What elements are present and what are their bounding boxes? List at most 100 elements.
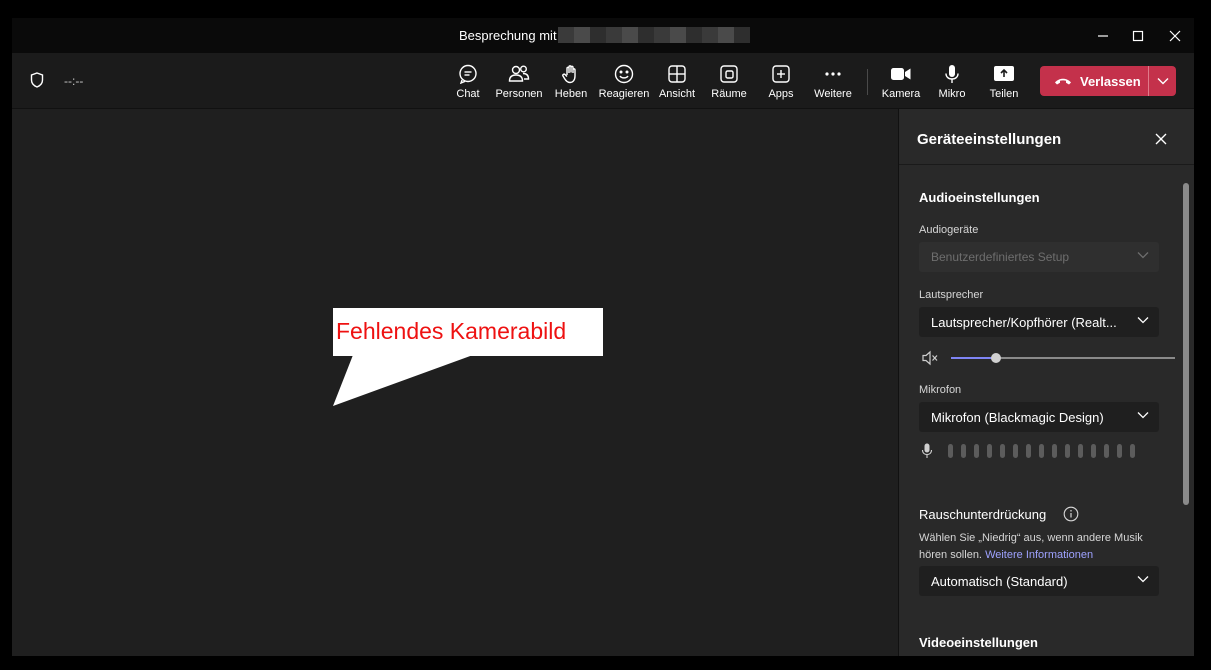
hang-up-icon — [1055, 78, 1071, 85]
people-label: Personen — [495, 88, 543, 100]
mic-level-bar — [1091, 444, 1096, 458]
microphone-icon — [921, 443, 933, 458]
mic-label: Mikrofon — [919, 384, 962, 396]
mic-level-bar — [1039, 444, 1044, 458]
mic-level-bar — [987, 444, 992, 458]
redacted-meeting-name — [558, 27, 750, 43]
raise-hand-button[interactable]: Heben — [554, 63, 588, 103]
microphone-button[interactable]: Mikro — [937, 63, 967, 103]
speaker-label: Lautsprecher — [919, 289, 984, 301]
title-bar: Besprechung mit — [12, 18, 1194, 53]
mic-level-bar — [1117, 444, 1122, 458]
mic-level-bar — [1026, 444, 1031, 458]
close-icon — [1169, 30, 1181, 41]
react-button[interactable]: Reagieren — [598, 63, 650, 103]
view-label: Ansicht — [658, 88, 696, 100]
more-label: Weitere — [814, 88, 852, 100]
chevron-down-icon — [1137, 576, 1149, 583]
microphone-label: Mikro — [938, 88, 966, 100]
chevron-down-icon — [1157, 78, 1168, 85]
apps-label: Apps — [768, 88, 794, 100]
mic-level-bar — [948, 444, 953, 458]
share-label: Teilen — [989, 88, 1019, 100]
annotation-callout: Fehlendes Kamerabild — [333, 308, 603, 356]
mic-level-bar — [974, 444, 979, 458]
leave-button[interactable]: Verlassen — [1040, 66, 1148, 96]
speaker-volume-slider[interactable] — [921, 349, 1177, 369]
chevron-down-icon — [1137, 252, 1149, 259]
react-label: Reagieren — [598, 88, 650, 100]
meeting-toolbar: --:-- Chat Personen Heben Reagieren Ansi… — [12, 53, 1194, 109]
learn-more-link[interactable]: Weitere Informationen — [985, 549, 1093, 561]
mic-level-bar — [1052, 444, 1057, 458]
share-icon — [993, 63, 1015, 85]
rooms-label: Räume — [711, 88, 747, 100]
camera-icon — [890, 63, 912, 85]
chevron-down-icon — [1137, 317, 1149, 324]
microphone-icon — [941, 63, 963, 85]
speaker-value: Lautsprecher/Kopfhörer (Realt... — [931, 314, 1117, 330]
panel-title: Geräteeinstellungen — [917, 131, 1062, 148]
share-button[interactable]: Teilen — [990, 63, 1018, 103]
audio-devices-dropdown: Benutzerdefiniertes Setup — [919, 242, 1159, 272]
info-icon[interactable] — [1063, 506, 1079, 522]
mic-value: Mikrofon (Blackmagic Design) — [931, 409, 1104, 425]
camera-label: Kamera — [881, 88, 921, 100]
mic-level-bar — [1078, 444, 1083, 458]
chat-label: Chat — [456, 88, 480, 100]
speaker-dropdown[interactable]: Lautsprecher/Kopfhörer (Realt... — [919, 307, 1159, 337]
maximize-button[interactable] — [1119, 18, 1157, 53]
camera-button[interactable]: Kamera — [881, 63, 921, 103]
minimize-icon — [1098, 34, 1108, 37]
audio-section-title: Audioeinstellungen — [919, 190, 1040, 205]
shield-icon[interactable] — [30, 72, 44, 93]
mic-level-meter — [921, 442, 1161, 460]
smiley-icon — [613, 63, 635, 85]
mic-level-bar — [1065, 444, 1070, 458]
panel-scrollbar[interactable] — [1183, 183, 1189, 505]
maximize-icon — [1132, 30, 1144, 41]
minimize-button[interactable] — [1084, 18, 1122, 53]
chat-icon — [457, 63, 479, 85]
rooms-icon — [718, 63, 740, 85]
video-section-title: Videoeinstellungen — [919, 635, 1038, 650]
chevron-down-icon — [1137, 412, 1149, 419]
window-title: Besprechung mit — [459, 28, 557, 43]
teams-meeting-window: Besprechung mit --:-- Chat Personen Hebe… — [12, 18, 1194, 656]
mic-level-bar — [1013, 444, 1018, 458]
view-button[interactable]: Ansicht — [658, 63, 696, 103]
more-button[interactable]: Weitere — [813, 63, 853, 103]
noise-suppression-title: Rauschunterdrückung — [919, 507, 1047, 522]
close-panel-button[interactable] — [1151, 129, 1171, 149]
mic-level-bar — [961, 444, 966, 458]
grid-icon — [666, 63, 688, 85]
chat-button[interactable]: Chat — [453, 63, 483, 103]
leave-options-button[interactable] — [1149, 66, 1176, 96]
audio-devices-label: Audiogeräte — [919, 224, 979, 236]
leave-button-group: Verlassen — [1040, 66, 1176, 96]
people-icon — [508, 63, 530, 85]
speaker-muted-icon — [922, 350, 938, 366]
raise-hand-label: Heben — [554, 88, 588, 100]
close-window-button[interactable] — [1156, 18, 1194, 53]
annotation-text: Fehlendes Kamerabild — [336, 318, 567, 344]
meeting-timer: --:-- — [64, 74, 84, 88]
mic-level-bar — [1000, 444, 1005, 458]
people-button[interactable]: Personen — [495, 63, 543, 103]
callout-tail — [333, 355, 473, 406]
device-settings-panel: Geräteeinstellungen Audioeinstellungen A… — [898, 109, 1194, 656]
rooms-button[interactable]: Räume — [711, 63, 747, 103]
leave-label: Verlassen — [1080, 73, 1141, 89]
slider-fill — [951, 357, 996, 359]
audio-devices-value: Benutzerdefiniertes Setup — [931, 250, 1070, 264]
noise-suppression-dropdown[interactable]: Automatisch (Standard) — [919, 566, 1159, 596]
mic-level-bar — [1104, 444, 1109, 458]
mic-dropdown[interactable]: Mikrofon (Blackmagic Design) — [919, 402, 1159, 432]
plus-square-icon — [770, 63, 792, 85]
apps-button[interactable]: Apps — [768, 63, 794, 103]
raise-hand-icon — [560, 63, 582, 85]
slider-thumb[interactable] — [990, 353, 1001, 363]
more-icon — [822, 63, 844, 85]
mic-level-bar — [1130, 444, 1135, 458]
close-icon — [1155, 133, 1167, 145]
